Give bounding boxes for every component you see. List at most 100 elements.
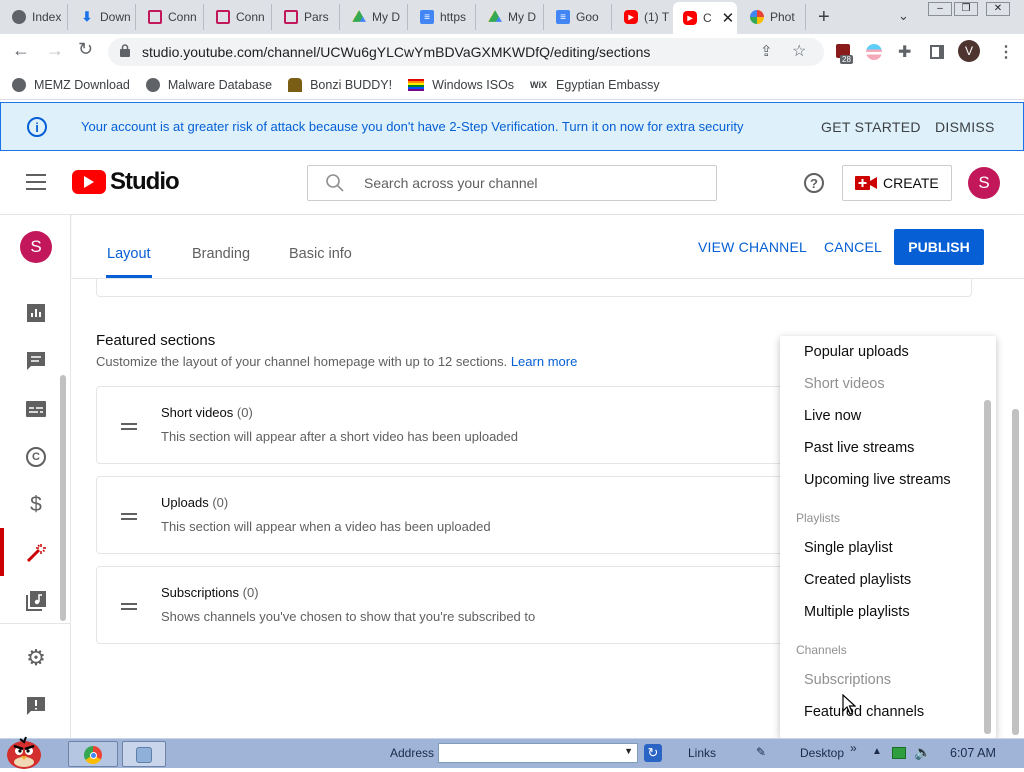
browser-tab-active[interactable]: ▸ C ✕ [673, 2, 737, 34]
youtube-logo-icon[interactable] [72, 170, 106, 194]
browser-tab[interactable]: My D [342, 4, 408, 30]
tab-branding[interactable]: Branding [192, 246, 250, 262]
drag-handle-icon[interactable] [121, 513, 137, 520]
bookmark-item[interactable]: Bonzi BUDDY! [288, 77, 392, 92]
back-arrow-icon[interactable]: ← [12, 40, 30, 61]
browser-menu-icon[interactable]: ⋮ [998, 42, 1014, 62]
close-window-icon[interactable]: ✕ [986, 2, 1010, 16]
menu-item-popular-uploads[interactable]: Popular uploads [804, 344, 909, 360]
nav-scrollbar[interactable] [60, 375, 66, 621]
browser-tab[interactable]: ▸ (1) T [614, 4, 680, 30]
browser-tab[interactable]: Phot [740, 4, 806, 30]
channel-avatar[interactable]: S [20, 231, 52, 263]
browser-tab-strip: Index ⬇ Down Conn Conn Pars My D ≡ https M… [0, 0, 1024, 34]
browser-tab[interactable]: ≡ Goo [546, 4, 612, 30]
send-feedback-icon[interactable] [24, 694, 48, 718]
docs-icon: ≡ [420, 10, 434, 24]
dropdown-scrollbar[interactable] [984, 400, 991, 734]
drag-handle-icon[interactable] [121, 603, 137, 610]
hamburger-menu-icon[interactable] [26, 174, 46, 190]
tab-layout[interactable]: Layout [107, 246, 151, 262]
bookmark-item[interactable]: MEMZ Download [12, 77, 130, 92]
drive-icon [352, 10, 366, 22]
browser-tab[interactable]: Pars [274, 4, 340, 30]
volume-icon[interactable]: 🔈 [914, 744, 931, 761]
bookmark-star-icon[interactable]: ☆ [792, 41, 806, 61]
edit-icon[interactable]: ✎ [756, 745, 766, 759]
channel-search-input[interactable]: Search across your channel [307, 165, 717, 201]
analytics-icon[interactable] [24, 301, 48, 325]
menu-item-featured-channels[interactable]: Featured channels [804, 704, 924, 720]
menu-item-past-live-streams[interactable]: Past live streams [804, 440, 914, 456]
side-panel-icon[interactable] [930, 45, 944, 59]
view-channel-button[interactable]: VIEW CHANNEL [698, 239, 807, 255]
browser-tab[interactable]: ≡ https [410, 4, 476, 30]
bookmark-item[interactable]: WiX Egyptian Embassy [530, 78, 660, 92]
active-tab-underline [106, 275, 152, 278]
angry-bird-start-icon[interactable] [2, 733, 46, 769]
minimize-window-icon[interactable]: – [928, 2, 952, 16]
taskbar-app-button[interactable] [122, 741, 166, 767]
comments-icon[interactable] [24, 349, 48, 373]
toolbar-expand-icon[interactable]: » [850, 741, 857, 755]
menu-item-upcoming-live-streams[interactable]: Upcoming live streams [804, 472, 951, 488]
new-tab-icon[interactable]: + [818, 6, 830, 29]
restore-window-icon[interactable]: ❐ [954, 2, 978, 16]
address-dropdown-icon[interactable]: ▼ [624, 746, 633, 756]
extensions-puzzle-icon[interactable]: ✚ [898, 42, 911, 62]
audio-library-icon[interactable] [24, 589, 48, 613]
bookmark-item[interactable]: Windows ISOs [408, 78, 514, 92]
network-icon[interactable] [892, 747, 906, 759]
globe-icon [12, 77, 26, 92]
copyright-icon[interactable]: C [24, 445, 48, 469]
flag-extension-icon[interactable] [866, 44, 882, 60]
learn-more-link[interactable]: Learn more [511, 354, 577, 369]
browser-tab[interactable]: Index [2, 4, 68, 30]
profile-avatar[interactable]: V [958, 40, 980, 62]
close-tab-icon[interactable]: ✕ [722, 9, 735, 27]
dismiss-button[interactable]: DISMISS [935, 119, 995, 135]
menu-item-multiple-playlists[interactable]: Multiple playlists [804, 604, 910, 620]
reload-icon[interactable]: ↻ [78, 39, 93, 60]
browser-tab[interactable]: Conn [138, 4, 204, 30]
menu-item-short-videos: Short videos [804, 376, 885, 392]
settings-gear-icon[interactable]: ⚙ [24, 645, 48, 670]
go-refresh-icon[interactable]: ↻ [644, 744, 662, 762]
main-scrollbar[interactable] [1012, 409, 1019, 735]
tray-arrow-icon[interactable]: ▲ [872, 746, 882, 757]
tab-search-chevron-icon[interactable]: ⌄ [898, 8, 909, 24]
account-avatar[interactable]: S [968, 167, 1000, 199]
forward-arrow-icon[interactable]: → [46, 40, 64, 61]
publish-button[interactable]: PUBLISH [894, 229, 984, 265]
section-title: Uploads [161, 495, 209, 510]
section-count: (0) [212, 495, 229, 510]
taskbar-address-input[interactable]: ▼ [438, 743, 638, 763]
browser-tab[interactable]: Conn [206, 4, 272, 30]
customization-wand-icon[interactable] [24, 541, 48, 565]
menu-item-live-now[interactable]: Live now [804, 408, 861, 424]
earn-dollar-icon[interactable]: $ [24, 493, 48, 517]
drag-handle-icon[interactable] [121, 423, 137, 430]
links-label[interactable]: Links [688, 746, 716, 760]
address-bar[interactable]: studio.youtube.com/channel/UCWu6gYLCwYmB… [108, 38, 824, 66]
cancel-button[interactable]: CANCEL [824, 239, 882, 255]
taskbar-chrome-button[interactable] [68, 741, 118, 767]
rainbow-flag-icon [408, 78, 425, 91]
studio-header: Studio Search across your channel ? CREA… [0, 151, 1024, 215]
desktop-label[interactable]: Desktop [800, 746, 844, 760]
subtitles-icon[interactable] [24, 397, 48, 421]
menu-item-created-playlists[interactable]: Created playlists [804, 572, 911, 588]
bookmark-item[interactable]: Malware Database [145, 77, 272, 92]
menu-item-single-playlist[interactable]: Single playlist [804, 540, 893, 556]
browser-tab[interactable]: My D [478, 4, 544, 30]
get-started-button[interactable]: GET STARTED [821, 119, 921, 135]
globe-icon [145, 77, 160, 92]
browser-tab[interactable]: ⬇ Down [70, 4, 136, 30]
share-icon[interactable]: ⇪ [760, 42, 773, 60]
create-button[interactable]: CREATE [842, 165, 952, 201]
clock: 6:07 AM [950, 746, 996, 760]
tab-basic-info[interactable]: Basic info [289, 246, 352, 262]
help-icon[interactable]: ? [804, 173, 824, 193]
add-section-dropdown: Popular uploads Short videos Live now Pa… [780, 336, 996, 738]
download-icon: ⬇ [81, 9, 93, 24]
